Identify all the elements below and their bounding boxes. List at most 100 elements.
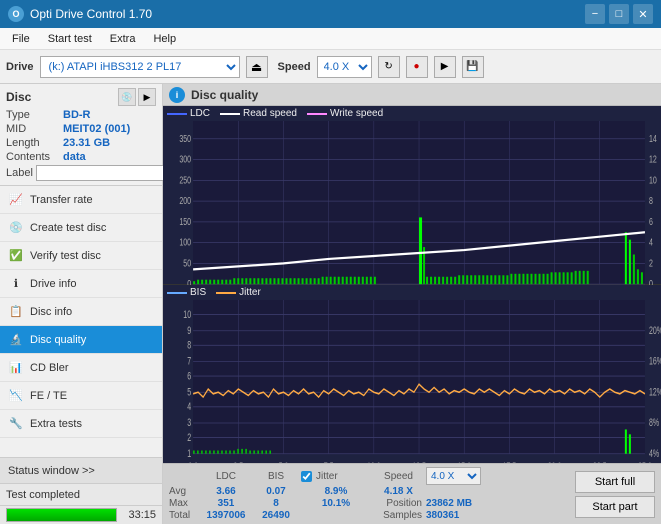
title-bar-left: O Opti Drive Control 1.70 <box>8 6 152 22</box>
type-value: BD-R <box>63 109 156 121</box>
svg-text:250: 250 <box>179 174 191 186</box>
drive-select[interactable]: (k:) ATAPI iHBS312 2 PL17 <box>40 56 240 78</box>
eject-button[interactable]: ⏏ <box>246 56 268 78</box>
speed-stats-select[interactable]: 4.0 X 1.0 X 2.0 X 8.0 X <box>426 467 481 485</box>
progress-time: 33:15 <box>121 509 156 521</box>
speed-label: Speed <box>278 61 311 73</box>
svg-text:17.5: 17.5 <box>503 459 517 463</box>
svg-text:10: 10 <box>183 307 191 320</box>
contents-label: Contents <box>6 151 61 163</box>
legend-bis-label: BIS <box>190 287 206 298</box>
menu-start-test[interactable]: Start test <box>40 31 100 47</box>
svg-text:300: 300 <box>179 153 191 165</box>
sidebar-item-drive-info[interactable]: ℹ Drive info <box>0 270 162 298</box>
svg-text:8%: 8% <box>649 415 660 428</box>
disc-quality-title: Disc quality <box>191 88 258 102</box>
svg-text:8: 8 <box>649 195 653 207</box>
svg-text:4%: 4% <box>649 446 660 459</box>
mid-value: MEIT02 (001) <box>63 123 156 135</box>
disc-quality-icon: 🔬 <box>8 332 24 348</box>
btn-section: Start full Start part <box>575 467 655 521</box>
nav-label-cd-bler: CD Bler <box>30 362 69 374</box>
disc-contents-row: Contents data <box>6 151 156 163</box>
disc-label-row: Label ✎ <box>6 165 156 181</box>
stats-avg-row: Avg 3.66 0.07 8.9% 4.18 X <box>169 486 569 497</box>
save-button[interactable]: 💾 <box>462 56 484 78</box>
samples-label: Samples <box>371 510 426 521</box>
menu-help[interactable]: Help <box>145 31 184 47</box>
legend-jitter: Jitter <box>216 287 261 298</box>
sidebar-item-create-test-disc[interactable]: 💿 Create test disc <box>0 214 162 242</box>
svg-text:200: 200 <box>179 195 191 207</box>
disc-info-icon: 📋 <box>8 304 24 320</box>
sidebar-item-cd-bler[interactable]: 📊 CD Bler <box>0 354 162 382</box>
legend-ldc: LDC <box>167 108 210 119</box>
drive-info-icon: ℹ <box>8 276 24 292</box>
svg-text:4: 4 <box>649 236 653 248</box>
stats-section: LDC BIS Jitter Speed 4.0 X 1.0 X 2.0 X 8… <box>169 467 569 521</box>
disc-info-header: Disc 💿 ▶ <box>6 88 156 106</box>
svg-text:5.0: 5.0 <box>279 459 289 463</box>
disc-quality-header: i Disc quality <box>163 84 661 106</box>
legend-write-speed-label: Write speed <box>330 108 383 119</box>
menu-extra[interactable]: Extra <box>102 31 144 47</box>
disc-info-section: Disc 💿 ▶ Type BD-R MID MEIT02 (001) Leng… <box>0 84 162 186</box>
progress-bar-fill <box>7 509 116 521</box>
svg-text:350: 350 <box>179 132 191 144</box>
svg-text:1: 1 <box>187 446 191 459</box>
legend-ldc-label: LDC <box>190 108 210 119</box>
svg-text:6: 6 <box>187 368 191 381</box>
jitter-line-icon <box>216 292 236 294</box>
nav-label-transfer-rate: Transfer rate <box>30 194 93 206</box>
avg-speed-value: 4.18 X <box>371 486 426 497</box>
sidebar-item-verify-test-disc[interactable]: ✅ Verify test disc <box>0 242 162 270</box>
sidebar-item-fe-te[interactable]: 📉 FE / TE <box>0 382 162 410</box>
verify-test-disc-icon: ✅ <box>8 248 24 264</box>
restore-button[interactable]: □ <box>609 4 629 24</box>
nav-label-fe-te: FE / TE <box>30 390 67 402</box>
sidebar-item-disc-quality[interactable]: 🔬 Disc quality <box>0 326 162 354</box>
svg-text:14: 14 <box>649 132 657 144</box>
avg-jitter-value: 8.9% <box>301 486 371 497</box>
label-input[interactable] <box>36 165 170 181</box>
svg-text:3: 3 <box>187 415 191 428</box>
record-button[interactable]: ● <box>406 56 428 78</box>
svg-text:9: 9 <box>187 323 191 336</box>
play-button[interactable]: ▶ <box>434 56 456 78</box>
stats-speed-label: Speed <box>371 471 426 482</box>
speed-select[interactable]: 4.0 X 1.0 X 2.0 X 8.0 X <box>317 56 372 78</box>
jitter-checkbox[interactable] <box>301 471 312 482</box>
stats-jitter-header: Jitter <box>301 471 371 482</box>
fe-te-icon: 📉 <box>8 388 24 404</box>
position-label: Position <box>371 498 426 509</box>
legend-read-speed-label: Read speed <box>243 108 297 119</box>
position-value: 23862 MB <box>426 498 496 509</box>
close-button[interactable]: ✕ <box>633 4 653 24</box>
disc-icon-btn2[interactable]: ▶ <box>138 88 156 106</box>
svg-text:2: 2 <box>187 430 191 443</box>
minimize-button[interactable]: − <box>585 4 605 24</box>
status-window-button[interactable]: Status window >> <box>0 457 162 483</box>
disc-icon-btn1[interactable]: 💿 <box>118 88 136 106</box>
nav-label-drive-info: Drive info <box>30 278 76 290</box>
start-part-button[interactable]: Start part <box>575 496 655 518</box>
svg-text:12.5: 12.5 <box>412 459 426 463</box>
disc-length-row: Length 23.31 GB <box>6 137 156 149</box>
svg-text:8: 8 <box>187 338 191 351</box>
start-full-button[interactable]: Start full <box>575 471 655 493</box>
menu-file[interactable]: File <box>4 31 38 47</box>
sidebar-item-disc-info[interactable]: 📋 Disc info <box>0 298 162 326</box>
stats-max-row: Max 351 8 10.1% Position 23862 MB <box>169 498 569 509</box>
svg-text:25.0: 25.0 <box>638 459 652 463</box>
sidebar-item-extra-tests[interactable]: 🔧 Extra tests <box>0 410 162 438</box>
write-speed-line-icon <box>307 113 327 115</box>
disc-section-label: Disc <box>6 90 31 104</box>
disc-icon-row: 💿 ▶ <box>118 88 156 106</box>
create-test-disc-icon: 💿 <box>8 220 24 236</box>
refresh-button[interactable]: ↻ <box>378 56 400 78</box>
sidebar: Disc 💿 ▶ Type BD-R MID MEIT02 (001) Leng… <box>0 84 163 524</box>
jitter-label: Jitter <box>316 471 338 482</box>
total-label: Total <box>169 510 201 521</box>
svg-text:10.0: 10.0 <box>367 459 381 463</box>
sidebar-item-transfer-rate[interactable]: 📈 Transfer rate <box>0 186 162 214</box>
